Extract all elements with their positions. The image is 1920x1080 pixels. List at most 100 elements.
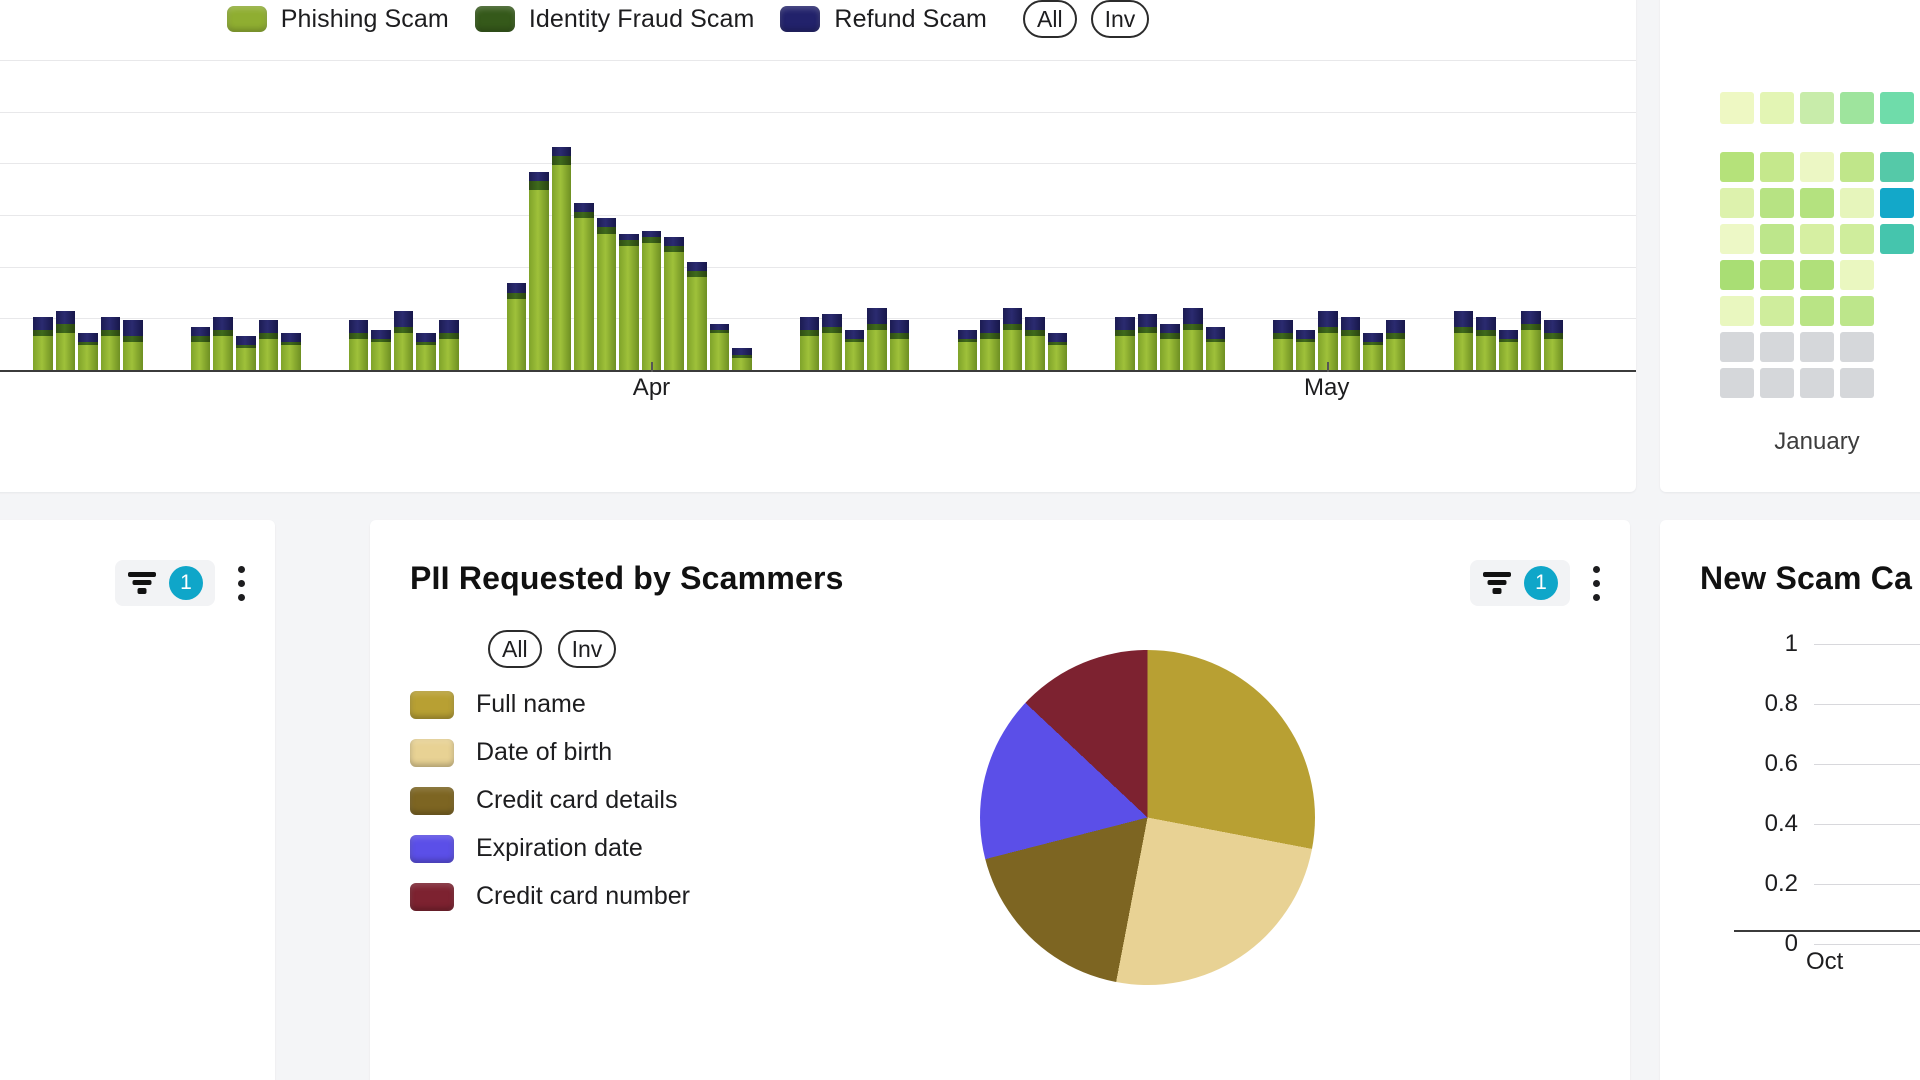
legend-item-identity-fraud[interactable]: Identity Fraud Scam (474, 5, 755, 34)
bar-column[interactable] (686, 261, 707, 370)
heatmap-cell[interactable] (1720, 332, 1754, 362)
bar-column[interactable] (1047, 332, 1068, 370)
bar-column[interactable] (190, 326, 211, 370)
more-options-icon[interactable] (237, 565, 245, 601)
bar-column[interactable] (1295, 329, 1316, 370)
pii-legend-item[interactable]: Full name (410, 690, 690, 719)
heatmap-cell[interactable] (1840, 188, 1874, 218)
bar-column[interactable] (506, 283, 527, 370)
bar-column[interactable] (1183, 308, 1203, 370)
bar-column[interactable] (844, 329, 865, 370)
bar-column[interactable] (1385, 320, 1406, 370)
bar-column[interactable] (1273, 320, 1293, 370)
heatmap-cell[interactable] (1840, 368, 1874, 398)
heatmap-cell[interactable] (1800, 152, 1834, 182)
heatmap-cell[interactable] (1840, 260, 1874, 290)
more-options-icon[interactable] (1592, 565, 1600, 601)
heatmap-cell[interactable] (1800, 296, 1834, 326)
bar-column[interactable] (393, 311, 414, 370)
bar-column[interactable] (980, 320, 1000, 370)
heatmap-cell[interactable] (1760, 332, 1794, 362)
chip-inv[interactable]: Inv (557, 630, 617, 668)
heatmap-cell[interactable] (1800, 260, 1834, 290)
bar-column[interactable] (799, 317, 820, 370)
bar-column[interactable] (529, 171, 549, 370)
filter-button[interactable]: 1 (115, 560, 215, 606)
bar-column[interactable] (258, 320, 279, 370)
bar-column[interactable] (867, 308, 887, 370)
bar-column[interactable] (33, 317, 53, 370)
bar-column[interactable] (1543, 320, 1564, 370)
bar-column[interactable] (1205, 326, 1226, 370)
pii-legend-item[interactable]: Date of birth (410, 738, 690, 767)
heatmap-cell[interactable] (1720, 296, 1754, 326)
heatmap-cell[interactable] (1760, 152, 1794, 182)
chip-all[interactable]: All (488, 630, 542, 668)
bar-column[interactable] (551, 146, 572, 370)
bar-column[interactable] (55, 311, 76, 370)
filter-button[interactable]: 1 (1470, 560, 1570, 606)
bar-column[interactable] (281, 332, 301, 370)
heatmap-month-january[interactable]: January (1720, 152, 1914, 456)
heatmap-cell[interactable] (1800, 188, 1834, 218)
pii-legend-item[interactable]: Expiration date (410, 834, 690, 863)
bar-column[interactable] (1340, 317, 1361, 370)
heatmap-cell[interactable] (1800, 332, 1834, 362)
bar-column[interactable] (1002, 308, 1023, 370)
bar-column[interactable] (641, 230, 662, 370)
bar-column[interactable] (1160, 323, 1180, 370)
bar-column[interactable] (1521, 311, 1541, 370)
heatmap-cell[interactable] (1760, 260, 1794, 290)
legend-item-phishing[interactable]: Phishing Scam (226, 5, 449, 34)
heatmap-cell[interactable] (1720, 152, 1754, 182)
bar-column[interactable] (889, 320, 910, 370)
bar-column[interactable] (957, 329, 978, 370)
bar-column[interactable] (664, 236, 684, 370)
bar-column[interactable] (123, 320, 143, 370)
heatmap-cell[interactable] (1880, 188, 1914, 218)
heatmap-cell[interactable] (1720, 368, 1754, 398)
pii-legend-item[interactable]: Credit card details (410, 786, 690, 815)
heatmap-cell[interactable] (1880, 332, 1914, 362)
bar-column[interactable] (1453, 311, 1474, 370)
bar-column[interactable] (438, 320, 459, 370)
heatmap-cell[interactable] (1760, 188, 1794, 218)
bar-column[interactable] (596, 218, 617, 370)
bar-column[interactable] (1363, 332, 1383, 370)
heatmap-cell[interactable] (1880, 368, 1914, 398)
legend-item-refund[interactable]: Refund Scam (780, 5, 987, 34)
heatmap-grid-january[interactable] (1720, 152, 1914, 398)
heatmap-cell[interactable] (1760, 296, 1794, 326)
heatmap-cell[interactable] (1880, 260, 1914, 290)
bar-column[interactable] (574, 202, 594, 370)
pii-pie-chart[interactable] (980, 650, 1315, 985)
bar-column[interactable] (1025, 317, 1045, 370)
heatmap-cell[interactable] (1880, 152, 1914, 182)
bar-column[interactable] (236, 335, 256, 370)
bar-column[interactable] (1137, 314, 1158, 370)
heatmap-cell[interactable] (1720, 260, 1754, 290)
bar-column[interactable] (100, 317, 121, 370)
heatmap-cell[interactable] (1800, 368, 1834, 398)
chip-inv[interactable]: Inv (1090, 0, 1150, 38)
heatmap-cell[interactable] (1720, 224, 1754, 254)
heatmap-cell[interactable] (1840, 332, 1874, 362)
chip-all[interactable]: All (1023, 0, 1077, 38)
heatmap-cell[interactable] (1760, 224, 1794, 254)
bar-column[interactable] (213, 317, 234, 370)
bar-column[interactable] (416, 332, 436, 370)
bar-column[interactable] (619, 233, 639, 370)
trend-bars[interactable] (0, 60, 1608, 370)
bar-column[interactable] (709, 323, 730, 370)
heatmap-cell[interactable] (1760, 368, 1794, 398)
bar-column[interactable] (1498, 329, 1519, 370)
pii-legend-item[interactable]: Credit card number (410, 882, 690, 911)
bar-column[interactable] (78, 332, 98, 370)
bar-column[interactable] (348, 320, 369, 370)
heatmap-cell[interactable] (1800, 224, 1834, 254)
bar-column[interactable] (822, 314, 842, 370)
heatmap-cell[interactable] (1720, 188, 1754, 218)
heatmap-cell[interactable] (1840, 224, 1874, 254)
heatmap-cell[interactable] (1840, 152, 1874, 182)
heatmap-cell[interactable] (1880, 296, 1914, 326)
